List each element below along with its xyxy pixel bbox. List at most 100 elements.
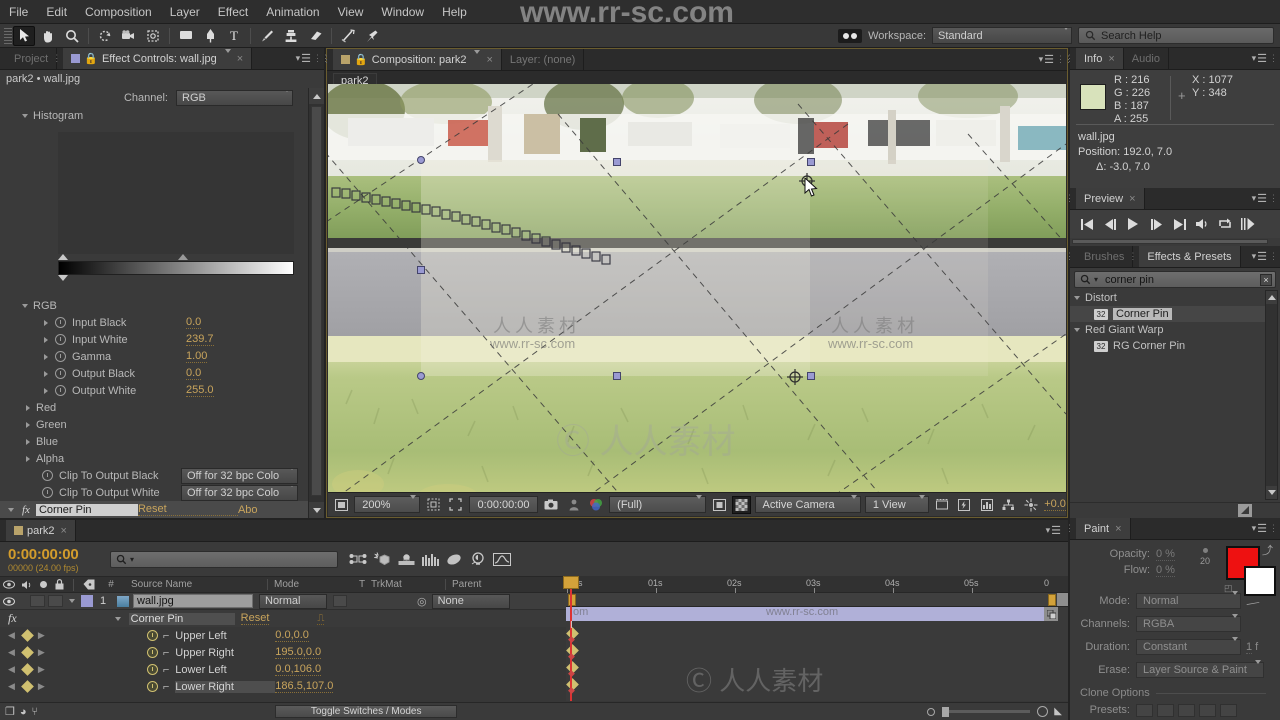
layer-name-input[interactable]: wall.jpg: [133, 594, 253, 608]
prop-value[interactable]: 0.0: [186, 316, 202, 329]
parent-pickwhip-icon[interactable]: ◎: [417, 595, 427, 608]
solo-switch-header-icon[interactable]: [36, 581, 51, 588]
histogram-group[interactable]: Histogram: [0, 107, 324, 124]
expand-collapse-icon[interactable]: ◣: [1054, 706, 1062, 717]
zoom-out-icon[interactable]: [927, 707, 936, 716]
scroll-up-icon[interactable]: [1266, 291, 1277, 304]
prop-value[interactable]: 239.7: [186, 333, 214, 346]
twirl-right-icon[interactable]: [44, 336, 48, 343]
preserve-transparency-switch[interactable]: [333, 595, 347, 607]
eraser-tool-icon[interactable]: [304, 26, 326, 46]
resolution-dropdown[interactable]: (Full): [609, 494, 706, 513]
hide-shy-layers-icon[interactable]: [394, 548, 418, 570]
tab-composition-park2[interactable]: 🔒 Composition: park2 ×: [333, 49, 502, 70]
preset-3-button[interactable]: [1178, 703, 1195, 717]
clip-output-white-dropdown[interactable]: Off for 32 bpc Colo: [181, 484, 298, 501]
selection-tool-icon[interactable]: [13, 25, 35, 46]
graph-curve-icon[interactable]: ⌐: [163, 647, 169, 659]
graph-curve-icon[interactable]: ⌐: [163, 664, 169, 676]
motion-blur-toggle-icon[interactable]: ◕: [20, 706, 27, 718]
new-animation-preset-icon[interactable]: [1238, 504, 1252, 517]
prop-output-white[interactable]: Output White 255.0: [0, 382, 308, 399]
source-name-column-header[interactable]: Source Name: [123, 579, 267, 590]
stopwatch-icon[interactable]: [146, 630, 158, 641]
layer-duration-bar[interactable]: [566, 607, 1044, 621]
tab-effects-presets[interactable]: Effects & Presets: [1139, 246, 1241, 267]
trkmat-column-header[interactable]: TrkMat: [371, 579, 445, 590]
paint-duration-row[interactable]: Duration: Constant 1 f: [1070, 637, 1280, 656]
prop-row-upper-right[interactable]: ◀ ▶ ⌐ Upper Right 195.0,0.0: [0, 644, 566, 661]
twirl-down-icon[interactable]: [1074, 328, 1080, 332]
preset-2-button[interactable]: [1157, 703, 1174, 717]
clip-output-black-dropdown[interactable]: Off for 32 bpc Colo: [181, 467, 298, 484]
video-switch-header-icon[interactable]: [0, 580, 18, 589]
tab-paint[interactable]: Paint ×: [1076, 518, 1131, 539]
effects-scrollbar[interactable]: [1265, 290, 1278, 500]
stopwatch-icon[interactable]: [42, 487, 53, 498]
stopwatch-icon[interactable]: [55, 351, 66, 362]
input-black-triangle[interactable]: [58, 254, 68, 260]
timeline-zoom-controls[interactable]: ◣: [927, 706, 1068, 717]
twirl-down-icon[interactable]: [69, 599, 75, 603]
twirl-down-icon[interactable]: [114, 616, 121, 621]
lock-icon[interactable]: 🔒: [84, 52, 98, 65]
close-icon[interactable]: ×: [1113, 523, 1121, 535]
menu-item-composition[interactable]: Composition: [76, 0, 161, 24]
next-keyframe-icon[interactable]: ▶: [38, 681, 45, 692]
chevron-down-icon[interactable]: [474, 49, 481, 66]
always-preview-icon[interactable]: [332, 496, 350, 514]
corner-pin-handle-top-mid[interactable]: [613, 158, 621, 166]
workspace-dropdown[interactable]: Standard: [932, 27, 1072, 44]
menu-item-layer[interactable]: Layer: [161, 0, 209, 24]
layer-switches-icon[interactable]: [1044, 607, 1058, 621]
prop-value[interactable]: 186.5,107.0: [275, 680, 334, 693]
timeline-ruler[interactable]: 0s 01s 02s 03s 04s 05s 0: [566, 576, 1068, 593]
effects-item-rg-corner-pin[interactable]: 32 RG Corner Pin: [1070, 338, 1266, 354]
show-channel-icon[interactable]: [587, 496, 605, 514]
next-keyframe-icon[interactable]: ▶: [38, 664, 45, 675]
label-color-swatch[interactable]: [81, 595, 93, 607]
effect-graph-icon[interactable]: ⎍: [317, 613, 325, 625]
view-layout-dropdown[interactable]: 1 View: [864, 494, 929, 513]
twirl-right-icon[interactable]: [44, 387, 48, 394]
corner-pin-handle-upper-right[interactable]: [807, 158, 815, 166]
video-switch[interactable]: [0, 596, 18, 606]
next-keyframe-icon[interactable]: ▶: [38, 630, 45, 641]
group-red[interactable]: Red: [0, 399, 308, 416]
stopwatch-icon[interactable]: [55, 334, 66, 345]
rgb-group[interactable]: RGB: [0, 297, 57, 314]
stopwatch-icon[interactable]: [55, 368, 66, 379]
close-icon[interactable]: ×: [484, 54, 492, 66]
swap-colors-icon[interactable]: ⤴: [1262, 542, 1273, 558]
twirl-down-icon[interactable]: [22, 303, 28, 308]
lock-icon[interactable]: 🔒: [354, 53, 368, 66]
mode-column-header[interactable]: Mode: [267, 579, 355, 590]
preset-buttons[interactable]: [1136, 703, 1237, 717]
next-keyframe-icon[interactable]: ▶: [38, 647, 45, 658]
prop-value[interactable]: 195.0,0.0: [275, 646, 322, 659]
take-snapshot-icon[interactable]: [542, 496, 560, 514]
exposure-reset-icon[interactable]: [1022, 496, 1040, 514]
type-tool-icon[interactable]: T: [223, 26, 245, 46]
previous-frame-button[interactable]: [1099, 214, 1121, 234]
twirl-down-icon[interactable]: [22, 113, 28, 118]
blend-mode-dropdown[interactable]: Normal: [259, 593, 327, 609]
live-update-icon[interactable]: [346, 548, 370, 570]
enable-frame-blending-icon[interactable]: [418, 548, 442, 570]
effects-tree[interactable]: Distort 32 Corner Pin Red Giant Warp 32 …: [1070, 290, 1266, 500]
prop-gamma[interactable]: Gamma 1.00: [0, 348, 308, 365]
twirl-right-icon[interactable]: [44, 353, 48, 360]
corner-pin-handle-bottom-mid[interactable]: [613, 372, 621, 380]
group-blue[interactable]: Blue: [0, 433, 308, 450]
label-column-header-icon[interactable]: [79, 579, 99, 590]
tab-layer-none[interactable]: Layer: (none): [501, 49, 585, 70]
effect-about-link[interactable]: Abo: [238, 504, 258, 516]
channels-dropdown[interactable]: RGBA: [1136, 614, 1241, 632]
time-marker-handle[interactable]: [563, 576, 579, 589]
menu-item-effect[interactable]: Effect: [209, 0, 257, 24]
duration-dropdown[interactable]: Constant: [1136, 637, 1241, 655]
effects-group-distort[interactable]: Distort: [1070, 290, 1266, 306]
grid-guides-icon[interactable]: [424, 496, 442, 514]
camera-view-dropdown[interactable]: Active Camera: [754, 494, 861, 513]
effect-header-corner-pin[interactable]: fx Corner Pin Reset Abo: [0, 501, 308, 518]
